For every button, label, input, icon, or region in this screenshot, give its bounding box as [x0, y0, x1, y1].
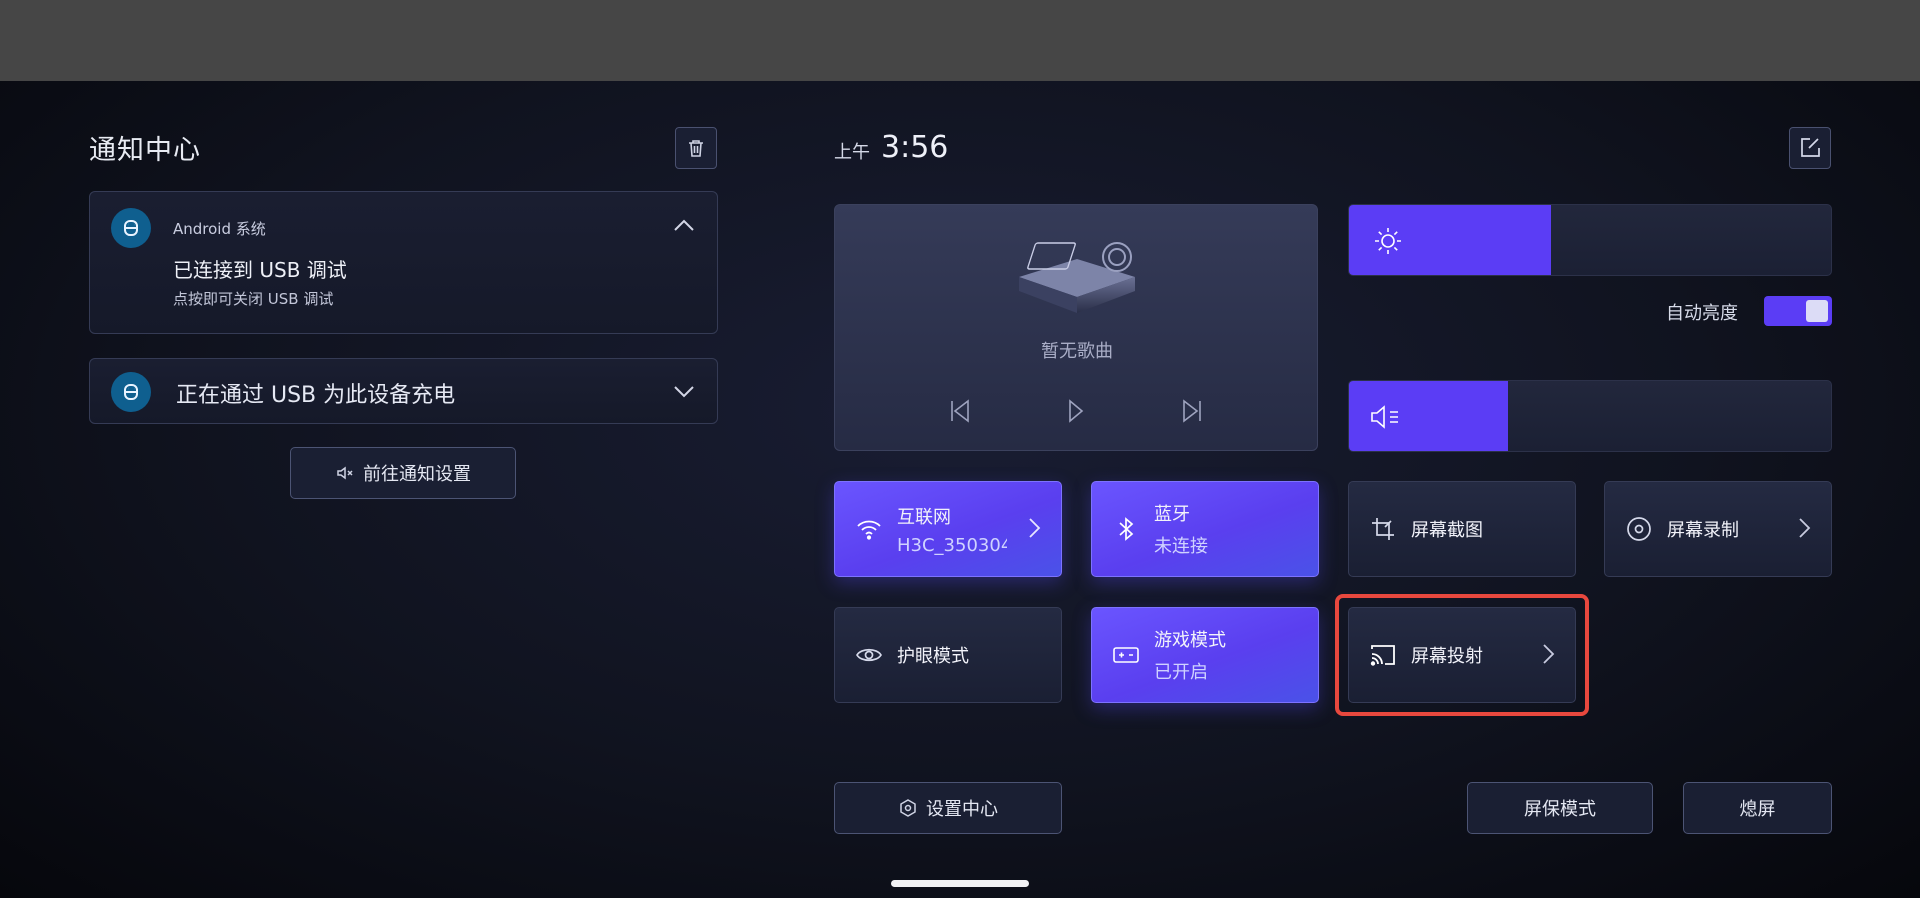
status-bar-area [0, 0, 1920, 81]
eye-icon [855, 641, 883, 669]
internet-tile[interactable]: 互联网 H3C_350304 [834, 481, 1062, 577]
settings-center-button[interactable]: 设置中心 [834, 782, 1062, 834]
control-center: 通知中心 Android 系统 已连接到 USB 调试 点按即可关闭 USB 调… [0, 81, 1920, 898]
screen-off-button[interactable]: 熄屏 [1683, 782, 1832, 834]
chevron-right-icon[interactable] [1027, 516, 1041, 540]
settings-center-label: 设置中心 [926, 799, 998, 820]
notification-app-name: Android 系统 [173, 220, 266, 238]
gamepad-icon [1112, 641, 1140, 669]
edit-icon [1801, 138, 1820, 157]
settings-hex-icon [900, 799, 916, 817]
internet-title: 互联网 [897, 506, 951, 528]
screen-cast-title: 屏幕投射 [1411, 646, 1483, 667]
next-track-icon[interactable] [1181, 399, 1203, 423]
internet-ssid: H3C_350304 [897, 534, 1007, 556]
bluetooth-status: 未连接 [1154, 536, 1208, 557]
toggle-knob [1806, 300, 1828, 322]
notification-usb-debug[interactable]: Android 系统 已连接到 USB 调试 点按即可关闭 USB 调试 [89, 191, 718, 334]
brightness-slider[interactable] [1348, 204, 1832, 276]
sun-icon [1375, 228, 1401, 254]
wifi-icon [855, 515, 883, 543]
volume-slider[interactable] [1348, 380, 1832, 452]
volume-icon [1371, 405, 1398, 429]
screensaver-button[interactable]: 屏保模式 [1467, 782, 1653, 834]
notification-title: 已连接到 USB 调试 [173, 258, 347, 282]
music-disc-icon [1019, 242, 1135, 313]
chevron-right-icon[interactable] [1797, 516, 1811, 540]
home-indicator[interactable] [891, 880, 1029, 887]
screenshot-tile[interactable]: 屏幕截图 [1348, 481, 1576, 577]
chevron-up-icon[interactable] [673, 218, 695, 232]
chevron-right-icon[interactable] [1541, 642, 1555, 666]
game-mode-title: 游戏模式 [1154, 630, 1226, 651]
screen-off-label: 熄屏 [1739, 799, 1776, 820]
android-system-avatar [111, 372, 151, 412]
screen-record-tile[interactable]: 屏幕录制 [1604, 481, 1832, 577]
cast-icon [1369, 641, 1397, 669]
chevron-down-icon[interactable] [673, 385, 695, 399]
clock-ampm: 上午 [834, 142, 870, 163]
bluetooth-icon [1112, 515, 1140, 543]
game-mode-status: 已开启 [1154, 662, 1208, 683]
screensaver-label: 屏保模式 [1524, 799, 1596, 820]
bluetooth-tile[interactable]: 蓝牙 未连接 [1091, 481, 1319, 577]
auto-brightness-toggle[interactable] [1764, 296, 1832, 326]
no-song-label: 暂无歌曲 [1041, 341, 1113, 362]
bluetooth-title: 蓝牙 [1154, 504, 1190, 525]
previous-track-icon[interactable] [949, 399, 971, 423]
eye-care-title: 护眼模式 [897, 646, 969, 667]
clock-time: 3:56 [881, 130, 949, 165]
notification-subtitle: 点按即可关闭 USB 调试 [173, 290, 334, 308]
notification-center-title: 通知中心 [89, 135, 201, 166]
game-mode-tile[interactable]: 游戏模式 已开启 [1091, 607, 1319, 703]
android-icon [124, 220, 138, 236]
screen-cast-tile[interactable]: 屏幕投射 [1348, 607, 1576, 703]
screenshot-title: 屏幕截图 [1411, 520, 1483, 541]
eye-care-tile[interactable]: 护眼模式 [834, 607, 1062, 703]
notification-title: 正在通过 USB 为此设备充电 [176, 383, 456, 408]
edit-quick-settings-button[interactable] [1789, 127, 1831, 169]
auto-brightness-label: 自动亮度 [1666, 303, 1738, 324]
android-system-avatar [111, 208, 151, 248]
screen-record-title: 屏幕录制 [1667, 520, 1739, 541]
crop-icon [1369, 515, 1397, 543]
record-icon [1625, 515, 1653, 543]
notification-usb-charging[interactable]: 正在通过 USB 为此设备充电 [89, 358, 718, 424]
clear-notifications-button[interactable] [675, 127, 717, 169]
play-icon[interactable] [1067, 399, 1085, 423]
mute-bell-icon [337, 466, 353, 480]
notification-settings-label: 前往通知设置 [363, 464, 471, 485]
notification-settings-button[interactable]: 前往通知设置 [290, 447, 516, 499]
media-player-card[interactable]: 暂无歌曲 [834, 204, 1318, 451]
trash-icon [689, 140, 703, 157]
android-icon [124, 384, 138, 400]
